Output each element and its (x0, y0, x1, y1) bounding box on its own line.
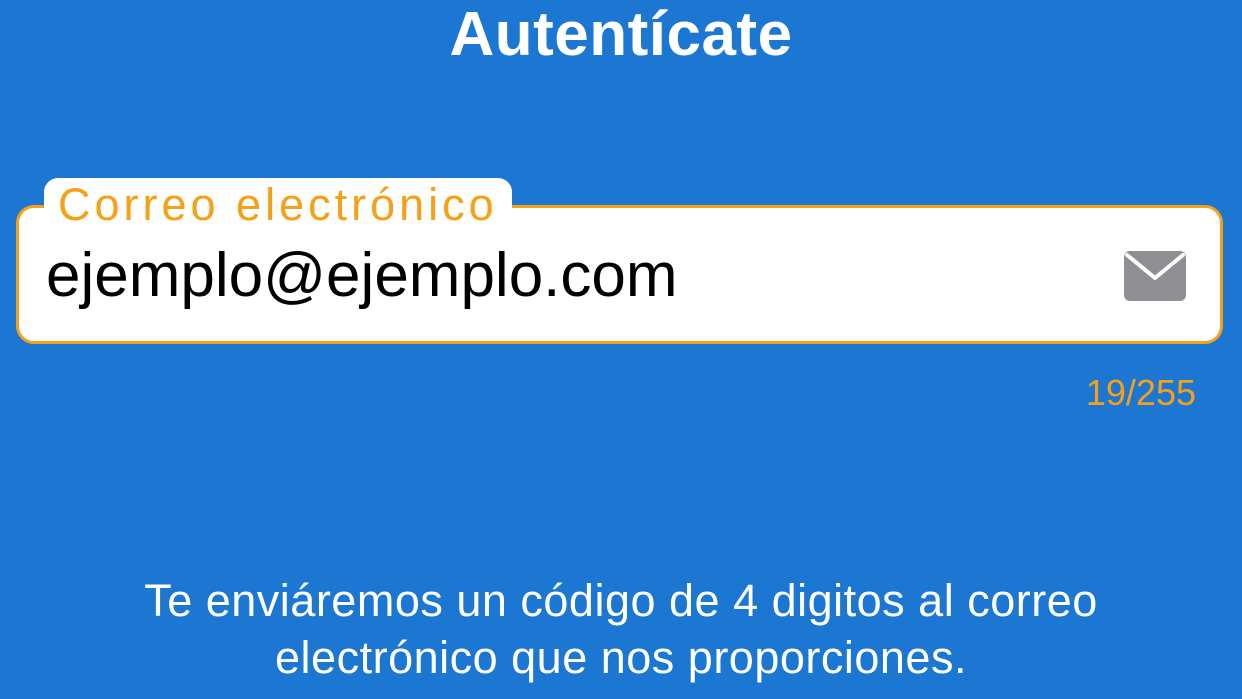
email-field-label-container: Correo electrónico (44, 178, 512, 232)
email-field-value[interactable]: ejemplo@ejemplo.com (46, 240, 1086, 312)
envelope-icon (1124, 251, 1186, 301)
page-title: Autentícate (449, 0, 793, 69)
email-field-label: Correo electrónico (58, 179, 498, 230)
info-text-line-1: Te enviáremos un código de 4 digitos al … (144, 575, 1098, 626)
info-text: Te enviáremos un código de 4 digitos al … (0, 572, 1242, 686)
info-text-line-2: electrónico que nos proporciones. (275, 632, 967, 683)
character-counter: 19/255 (1085, 372, 1196, 413)
